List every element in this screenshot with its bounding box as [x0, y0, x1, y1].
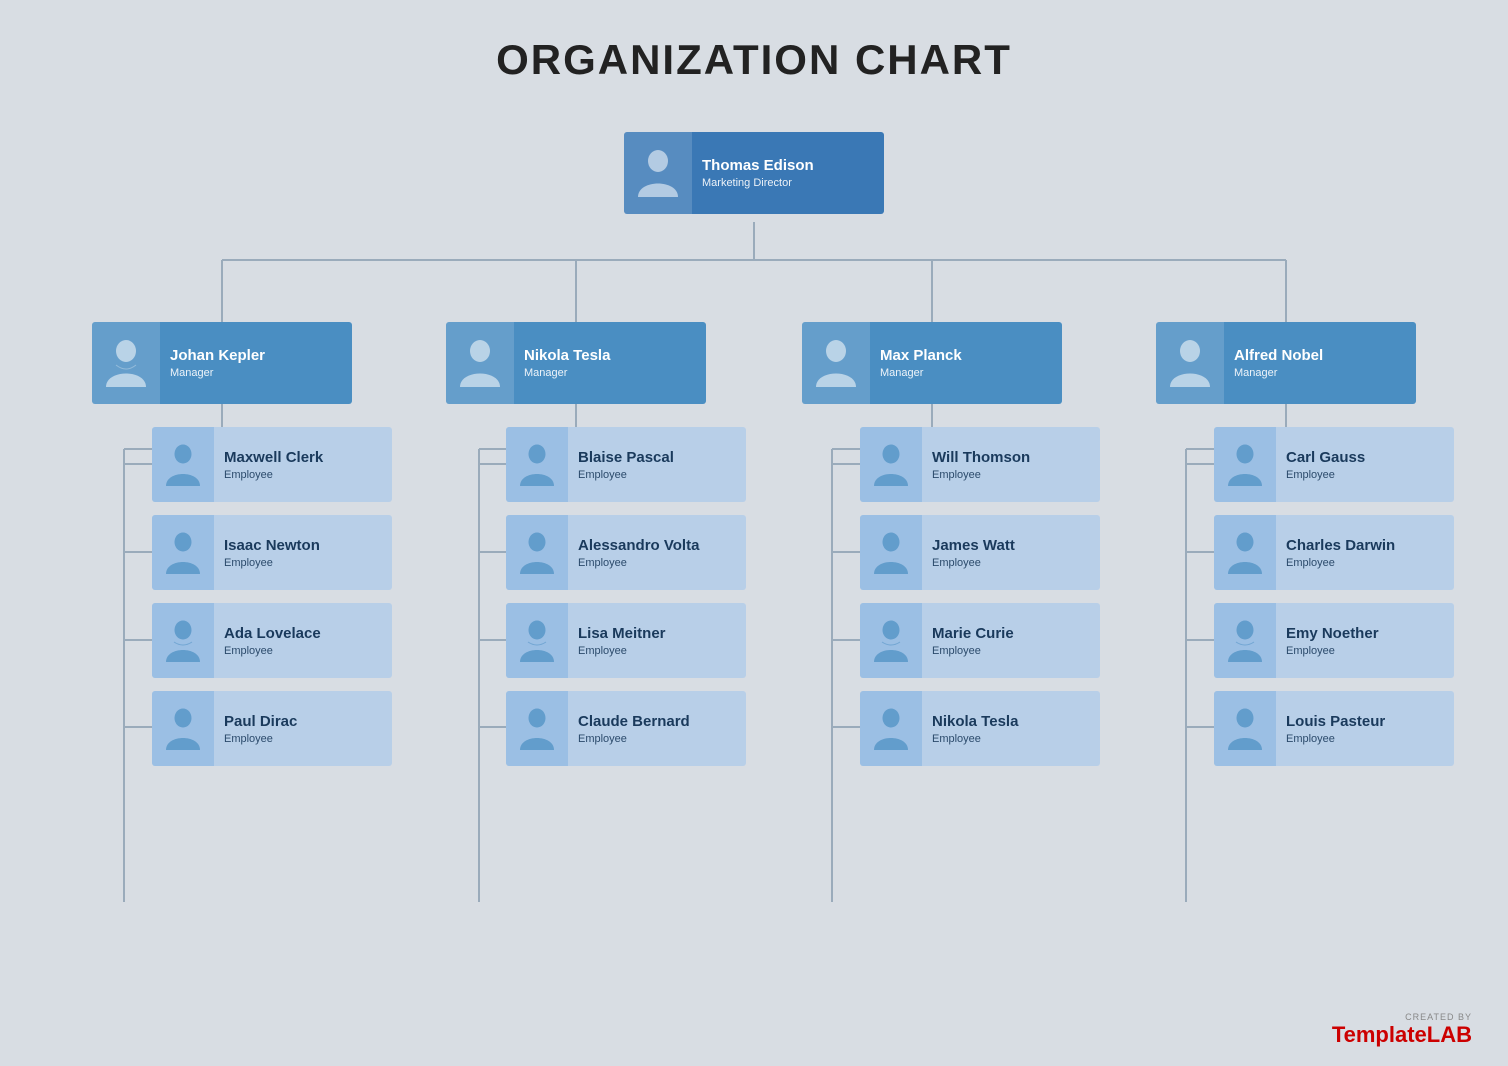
emp-2-1[interactable]: James Watt Employee [860, 515, 1100, 590]
emp-name-0-0: Maxwell Clerk [224, 449, 323, 467]
manager-info-2: Max Planck Manager [870, 341, 972, 385]
manager-name-1: Nikola Tesla [524, 347, 610, 365]
emp-avatar-0-0 [152, 427, 214, 502]
director-name: Thomas Edison [702, 157, 814, 175]
emp-3-1[interactable]: Charles Darwin Employee [1214, 515, 1454, 590]
page-title: ORGANIZATION CHART [0, 0, 1508, 112]
emp-1-1[interactable]: Alessandro Volta Employee [506, 515, 746, 590]
watermark-created-by: CREATED BY [1405, 1012, 1472, 1022]
director-card[interactable]: Thomas Edison Marketing Director [624, 132, 884, 214]
emp-0-3[interactable]: Paul Dirac Employee [152, 691, 392, 766]
manager-role-1: Manager [524, 367, 610, 379]
emp-2-2[interactable]: Marie Curie Employee [860, 603, 1100, 678]
manager-name-3: Alfred Nobel [1234, 347, 1323, 365]
manager-card-3[interactable]: Alfred Nobel Manager [1156, 322, 1416, 404]
manager-avatar-0 [92, 322, 160, 404]
director-role: Marketing Director [702, 177, 814, 189]
manager-role-2: Manager [880, 367, 962, 379]
emp-0-1[interactable]: Isaac Newton Employee [152, 515, 392, 590]
watermark-brand: TemplateLAB [1332, 1022, 1472, 1048]
director-info: Thomas Edison Marketing Director [692, 151, 824, 195]
emp-role-0-0: Employee [224, 469, 323, 481]
manager-info-3: Alfred Nobel Manager [1224, 341, 1333, 385]
emp-2-3[interactable]: Nikola Tesla Employee [860, 691, 1100, 766]
manager-role-0: Manager [170, 367, 265, 379]
emp-1-3[interactable]: Claude Bernard Employee [506, 691, 746, 766]
manager-card-2[interactable]: Max Planck Manager [802, 322, 1062, 404]
director-avatar [624, 132, 692, 214]
manager-info-0: Johan Kepler Manager [160, 341, 275, 385]
manager-name-0: Johan Kepler [170, 347, 265, 365]
manager-info-1: Nikola Tesla Manager [514, 341, 620, 385]
manager-card-1[interactable]: Nikola Tesla Manager [446, 322, 706, 404]
cards-layer: Thomas Edison Marketing Director Johan K… [44, 112, 1464, 962]
manager-avatar-2 [802, 322, 870, 404]
emp-3-0[interactable]: Carl Gauss Employee [1214, 427, 1454, 502]
emp-0-0[interactable]: Maxwell Clerk Employee [152, 427, 392, 502]
emp-1-0[interactable]: Blaise Pascal Employee [506, 427, 746, 502]
emp-3-3[interactable]: Louis Pasteur Employee [1214, 691, 1454, 766]
emp-info-0-0: Maxwell Clerk Employee [214, 443, 333, 487]
manager-name-2: Max Planck [880, 347, 962, 365]
emp-3-2[interactable]: Emy Noether Employee [1214, 603, 1454, 678]
emp-1-2[interactable]: Lisa Meitner Employee [506, 603, 746, 678]
manager-avatar-3 [1156, 322, 1224, 404]
emp-0-2[interactable]: Ada Lovelace Employee [152, 603, 392, 678]
manager-role-3: Manager [1234, 367, 1323, 379]
emp-2-0[interactable]: Will Thomson Employee [860, 427, 1100, 502]
watermark: CREATED BY TemplateLAB [1332, 1012, 1472, 1048]
manager-card-0[interactable]: Johan Kepler Manager [92, 322, 352, 404]
manager-avatar-1 [446, 322, 514, 404]
